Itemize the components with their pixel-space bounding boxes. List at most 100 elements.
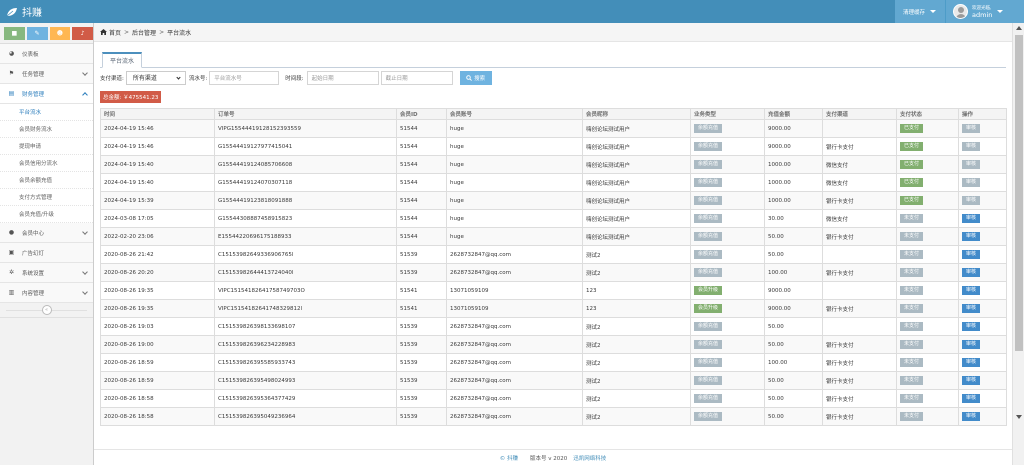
member-id-cell: 51544 <box>396 173 447 192</box>
member-id-cell: 51539 <box>396 245 447 264</box>
audit-button[interactable]: 审核 <box>962 214 980 223</box>
shortcut-users-button[interactable]: ☻ <box>49 27 71 40</box>
footer-company[interactable]: 迅凯网络科技 <box>573 454 606 462</box>
audit-button[interactable]: 审核 <box>962 286 980 295</box>
user-menu[interactable]: 欢迎光临, admin <box>946 0 1024 23</box>
business-type-cell: 余额充值 <box>690 353 765 372</box>
search-button[interactable]: 搜索 <box>459 70 492 85</box>
end-date-input[interactable]: 截止日期 <box>380 70 453 85</box>
sidebar-item-settings[interactable]: ✲ 系统设置 <box>0 263 93 283</box>
member-account-cell: 13071059109 <box>446 281 583 300</box>
business-type-badge: 余额充值 <box>694 160 723 169</box>
double-chevron-left-icon[interactable]: « <box>41 305 52 315</box>
audit-button[interactable]: 审核 <box>962 160 980 169</box>
audit-button[interactable]: 审核 <box>962 358 980 367</box>
business-type-cell: 余额充值 <box>690 191 765 210</box>
start-date-input[interactable]: 起始日期 <box>306 70 379 85</box>
member-nickname-cell: 123 <box>582 281 691 300</box>
caret-down-icon <box>930 10 936 13</box>
audit-button[interactable]: 审核 <box>962 340 980 349</box>
pay-status-cell: 未支付 <box>896 263 959 282</box>
sidebar-subitem-platform-flow[interactable]: 平台流水 <box>0 104 93 121</box>
sidebar-item-ads[interactable]: ▣ 广告幻灯 <box>0 243 93 263</box>
audit-button[interactable]: 审核 <box>962 142 980 151</box>
amount-cell: 50.00 <box>764 371 823 390</box>
sidebar-subitem-credit-flow[interactable]: 会员信用分流水 <box>0 155 93 172</box>
audit-button[interactable]: 审核 <box>962 232 980 241</box>
member-nickname-cell: 测试2 <box>582 371 691 390</box>
audit-button[interactable]: 审核 <box>962 412 980 421</box>
sidebar-subitem-payment-methods[interactable]: 支付方式管理 <box>0 189 93 206</box>
business-type-cell: 余额充值 <box>690 389 765 408</box>
channel-label: 支付渠道: <box>100 75 124 82</box>
audit-button[interactable]: 审核 <box>962 376 980 385</box>
page-scrollbar[interactable] <box>1012 23 1024 465</box>
member-account-cell: huge <box>446 209 583 228</box>
breadcrumb-admin[interactable]: 后台管理 <box>132 28 156 37</box>
serial-label: 流水号: <box>188 75 208 82</box>
sidebar-subitem-recharge-upgrade[interactable]: 会员充值/升级 <box>0 206 93 223</box>
sidebar-item-tasks[interactable]: ⚑ 任务管理 <box>0 64 93 84</box>
sidebar-item-content[interactable]: ▥ 内容管理 <box>0 283 93 303</box>
time-cell: 2024-03-08 17:05 <box>100 209 215 228</box>
action-cell: 审核 <box>958 227 1007 246</box>
serial-input[interactable]: 平台流水号 <box>209 70 280 85</box>
footer-brand[interactable]: © 抖赚 <box>500 454 518 462</box>
shortcut-edit-button[interactable]: ✎ <box>26 27 48 40</box>
action-cell: 审核 <box>958 155 1007 174</box>
audit-button[interactable]: 审核 <box>962 322 980 331</box>
chevron-up-icon <box>82 92 88 98</box>
action-cell: 审核 <box>958 245 1007 264</box>
audit-button[interactable]: 审核 <box>962 178 980 187</box>
status-badge: 未支付 <box>900 304 924 313</box>
time-cell: 2020-08-26 19:35 <box>100 299 215 318</box>
user-icon: ● <box>8 229 15 236</box>
audit-button[interactable]: 审核 <box>962 196 980 205</box>
breadcrumb-home[interactable]: 首页 <box>109 28 121 37</box>
sidebar-item-finance[interactable]: ▤ 财务管理 <box>0 84 93 104</box>
sidebar-subitem-balance-recharge[interactable]: 会员余额充值 <box>0 172 93 189</box>
tab-platform-flow[interactable]: 平台流水 <box>102 52 143 68</box>
column-header: 会员账号 <box>446 108 583 120</box>
column-header: 会员ID <box>396 108 447 120</box>
sidebar-subitem-withdraw[interactable]: 提现申请 <box>0 138 93 155</box>
member-nickname-cell: 测试2 <box>582 263 691 282</box>
status-badge: 未支付 <box>900 268 924 277</box>
table-row: 2020-08-26 19:03 C15153982639813369810​7 5… <box>100 317 1007 336</box>
pay-channel-cell: 银行卡支付 <box>822 263 897 282</box>
clear-cache-dropdown[interactable]: 清理缓存 <box>894 0 946 23</box>
scroll-thumb[interactable] <box>1015 35 1023 351</box>
audit-button[interactable]: 审核 <box>962 250 980 259</box>
time-cell: 2020-08-26 20:20 <box>100 263 215 282</box>
scroll-down-icon[interactable] <box>1016 415 1022 419</box>
audit-button[interactable]: 审核 <box>962 268 980 277</box>
member-account-cell: 2628732847@qq.com <box>446 389 583 408</box>
sidebar-subitem-member-finance[interactable]: 会员财务流水 <box>0 121 93 138</box>
action-cell: 审核 <box>958 263 1007 282</box>
audit-button[interactable]: 审核 <box>962 304 980 313</box>
pay-channel-cell <box>822 317 897 336</box>
sidebar-item-members[interactable]: ● 会员中心 <box>0 223 93 243</box>
pay-status-cell: 已支付 <box>896 155 959 174</box>
scroll-up-icon[interactable] <box>1016 26 1022 30</box>
brand[interactable]: 抖赚 <box>6 4 42 19</box>
business-type-cell: 余额充值 <box>690 137 765 156</box>
audit-button[interactable]: 审核 <box>962 394 980 403</box>
business-type-badge: 余额充值 <box>694 214 723 223</box>
member-nickname-cell: 测试2 <box>582 245 691 264</box>
channel-select[interactable]: 所有渠道 <box>125 70 186 85</box>
footer-version: 版本号 v 2020 <box>529 455 568 462</box>
order-no-cell: E15544220696175188933 <box>214 227 397 246</box>
business-type-cell: 会员升级 <box>690 281 765 300</box>
business-type-cell: 余额充值 <box>690 407 765 426</box>
table-row: 2024-04-19 15:46 VIPG15544419128152393559… <box>100 119 1007 138</box>
member-id-cell: 51539 <box>396 371 447 390</box>
shortcut-alert-button[interactable]: ♪ <box>72 27 93 40</box>
home-icon <box>100 29 107 35</box>
pay-channel-cell: 银行卡支付 <box>822 227 897 246</box>
amount-cell: 50.00 <box>764 227 823 246</box>
shortcut-home-button[interactable]: ■ <box>4 27 25 40</box>
status-badge: 未支付 <box>900 340 924 349</box>
audit-button[interactable]: 审核 <box>962 124 980 133</box>
sidebar-item-dashboard[interactable]: ◕ 仪表板 <box>0 44 93 64</box>
